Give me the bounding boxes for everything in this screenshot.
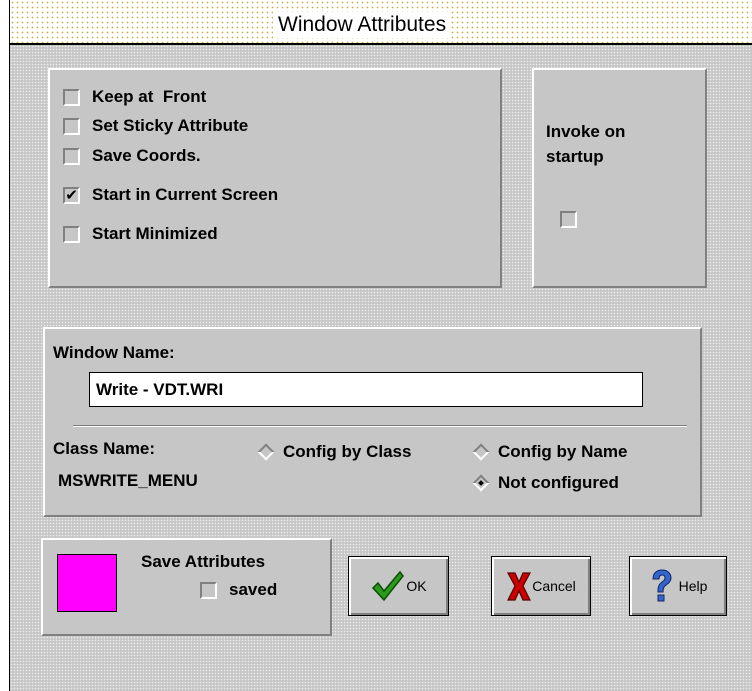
- config-by-class-radio-icon[interactable]: [257, 443, 275, 461]
- current-screen-label: Start in Current Screen: [92, 185, 279, 204]
- invoke-panel: [532, 68, 707, 288]
- invoke-label-line2: startup: [546, 147, 604, 166]
- class-name-value: MSWRITE_MENU: [58, 471, 198, 490]
- class-name-label: Class Name:: [53, 439, 156, 458]
- saved-label: saved: [229, 580, 278, 599]
- minimized-label: Start Minimized: [92, 224, 218, 243]
- invoke-startup-checkbox[interactable]: [560, 211, 577, 228]
- help-button[interactable]: Help: [629, 556, 727, 616]
- sticky-checkbox[interactable]: [63, 117, 80, 135]
- save-coords-label: Save Coords.: [92, 146, 201, 165]
- sticky-option[interactable]: Set Sticky Attribute: [63, 116, 248, 136]
- checkmark-icon: [372, 570, 405, 602]
- config-by-name-radio-icon[interactable]: [472, 443, 490, 461]
- not-configured-radio-icon[interactable]: [472, 474, 490, 492]
- minimized-checkbox[interactable]: [63, 225, 80, 243]
- sticky-label: Set Sticky Attribute: [92, 116, 249, 135]
- title-bar[interactable]: Window Attributes: [10, 0, 752, 45]
- save-coords-option[interactable]: Save Coords.: [63, 146, 201, 166]
- saved-option[interactable]: saved: [200, 580, 277, 600]
- current-screen-option[interactable]: ✔ Start in Current Screen: [63, 185, 278, 205]
- color-swatch[interactable]: [57, 554, 117, 612]
- saved-checkbox[interactable]: [200, 581, 217, 599]
- config-by-class-label: Config by Class: [283, 442, 412, 461]
- cancel-button[interactable]: Cancel: [491, 556, 591, 616]
- window-name-input[interactable]: [89, 372, 643, 407]
- keep-front-label: Keep at Front: [92, 87, 207, 106]
- question-mark-icon: [652, 569, 672, 602]
- help-label: Help: [678, 578, 708, 594]
- not-configured-radio[interactable]: Not configured: [472, 473, 619, 493]
- window-title: Window Attributes: [273, 12, 452, 38]
- config-by-class-radio[interactable]: Config by Class: [257, 442, 412, 462]
- window-name-label: Window Name:: [53, 343, 175, 362]
- minimized-option[interactable]: Start Minimized: [63, 224, 218, 244]
- divider: [73, 425, 687, 427]
- config-by-name-label: Config by Name: [498, 442, 628, 461]
- window-attributes-dialog: Window Attributes Keep at Front Set Stic…: [9, 0, 752, 691]
- ok-button[interactable]: OK: [348, 556, 449, 616]
- config-by-name-radio[interactable]: Config by Name: [472, 442, 628, 462]
- keep-front-option[interactable]: Keep at Front: [63, 87, 206, 107]
- ok-label: OK: [406, 578, 427, 594]
- keep-front-checkbox[interactable]: [63, 88, 80, 106]
- x-icon: [507, 572, 532, 601]
- save-attributes-label: Save Attributes: [141, 552, 266, 571]
- save-coords-checkbox[interactable]: [63, 147, 80, 165]
- cancel-label: Cancel: [532, 578, 576, 594]
- current-screen-checkbox[interactable]: ✔: [63, 186, 80, 204]
- invoke-label-line1: Invoke on: [546, 122, 626, 141]
- not-configured-label: Not configured: [498, 473, 619, 492]
